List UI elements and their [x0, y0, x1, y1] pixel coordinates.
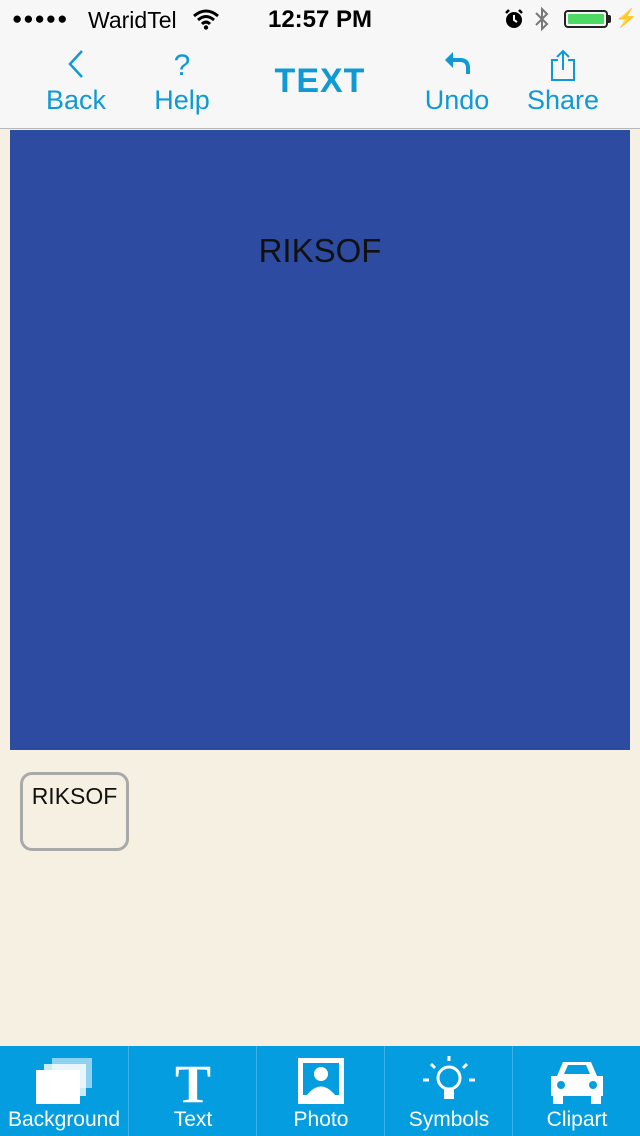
text-layer-thumbnail[interactable]: RIKSOF [20, 772, 129, 851]
nav-bar: Back ? Help TEXT Undo Share [0, 40, 640, 129]
alarm-icon [503, 8, 525, 36]
tab-symbols-label: Symbols [408, 1108, 490, 1131]
back-label: Back [45, 85, 107, 115]
tab-background-label: Background [7, 1108, 121, 1131]
tab-text[interactable]: T Text [128, 1046, 256, 1136]
battery-icon [564, 10, 608, 28]
chevron-left-icon [21, 48, 131, 84]
tab-background[interactable]: Background [0, 1046, 128, 1136]
back-button[interactable]: Back [21, 48, 131, 116]
bluetooth-icon [533, 6, 551, 38]
tab-text-label: Text [173, 1108, 213, 1131]
share-icon [508, 48, 618, 84]
photo-portrait-icon [257, 1052, 385, 1108]
design-canvas[interactable]: RIKSOF [10, 130, 630, 750]
share-button[interactable]: Share [508, 48, 618, 116]
battery-tip [608, 15, 611, 23]
tab-photo-label: Photo [293, 1108, 349, 1131]
undo-label: Undo [424, 85, 490, 115]
tab-clipart-label: Clipart [546, 1108, 608, 1131]
share-label: Share [526, 85, 600, 115]
bottom-tab-bar: Background T Text Photo Symbols Clipart [0, 1046, 640, 1136]
car-icon [513, 1052, 640, 1108]
tab-symbols[interactable]: Symbols [384, 1046, 512, 1136]
lightbulb-icon [385, 1052, 513, 1108]
canvas-text-item[interactable]: RIKSOF [10, 232, 630, 270]
tab-photo[interactable]: Photo [256, 1046, 384, 1136]
text-t-icon: T [129, 1052, 257, 1114]
page-title: TEXT [274, 62, 366, 100]
status-bar: ●●●●● WaridTel 12:57 PM ⚡ [0, 0, 640, 40]
tab-clipart[interactable]: Clipart [512, 1046, 640, 1136]
svg-text:T: T [175, 1054, 211, 1108]
undo-button[interactable]: Undo [402, 48, 512, 116]
undo-arrow-icon [402, 48, 512, 84]
charging-icon: ⚡ [615, 8, 638, 28]
layers-icon [0, 1052, 128, 1108]
